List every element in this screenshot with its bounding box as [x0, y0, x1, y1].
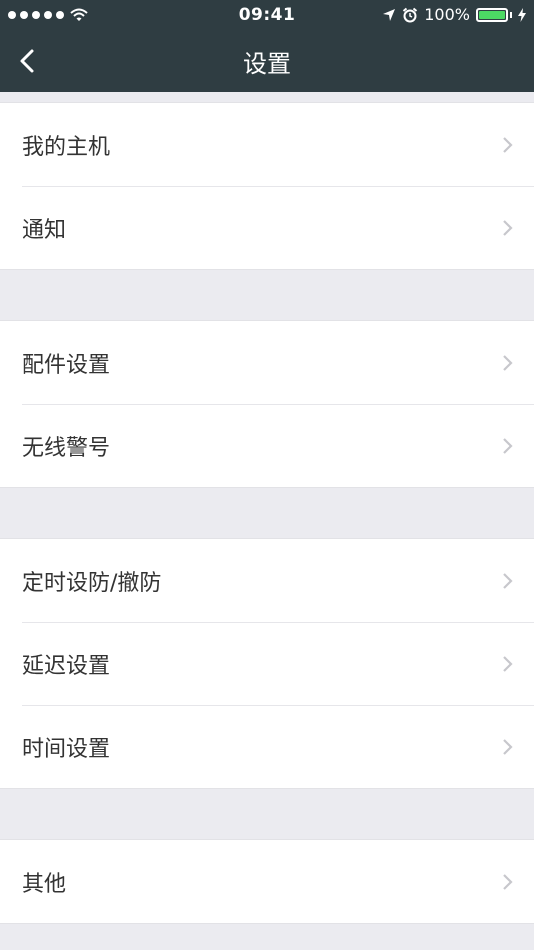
settings-item-wireless-siren[interactable]: 无线警号 [0, 404, 534, 487]
settings-item-label: 无线警号 [22, 435, 111, 461]
status-bar: 09:41 100% [0, 0, 534, 30]
battery-tip [510, 11, 512, 18]
settings-item-delay[interactable]: 延迟设置 [0, 622, 534, 705]
settings-list: 我的主机 通知 配件设置 无线警号 定时设防/撤防 延迟设置 时间设置 其他 [0, 92, 534, 924]
settings-item-time[interactable]: 时间设置 [0, 705, 534, 788]
settings-item-accessory[interactable]: 配件设置 [0, 321, 534, 404]
settings-group-3: 定时设防/撤防 延迟设置 时间设置 [0, 538, 534, 789]
settings-group-4: 其他 [0, 839, 534, 924]
chevron-right-icon [503, 739, 513, 755]
chevron-right-icon [503, 355, 513, 371]
chevron-right-icon [503, 137, 513, 153]
location-arrow-icon [383, 8, 396, 21]
chevron-right-icon [503, 656, 513, 672]
section-spacer [0, 270, 534, 320]
settings-item-label: 时间设置 [22, 736, 111, 762]
settings-item-label: 配件设置 [22, 352, 111, 378]
section-spacer [0, 92, 534, 102]
settings-item-my-host[interactable]: 我的主机 [0, 103, 534, 186]
page-title: 设置 [243, 50, 291, 78]
settings-item-label: 定时设防/撤防 [22, 570, 162, 596]
chevron-right-icon [503, 874, 513, 890]
chevron-right-icon [503, 573, 513, 589]
settings-group-1: 我的主机 通知 [0, 102, 534, 270]
settings-item-label: 延迟设置 [22, 653, 111, 679]
section-spacer [0, 488, 534, 538]
settings-item-schedule-arm[interactable]: 定时设防/撤防 [0, 539, 534, 622]
settings-group-2: 配件设置 无线警号 [0, 320, 534, 488]
settings-item-other[interactable]: 其他 [0, 840, 534, 923]
chevron-right-icon [503, 438, 513, 454]
settings-item-label: 通知 [22, 217, 67, 243]
settings-item-label: 我的主机 [22, 134, 111, 160]
section-spacer [0, 789, 534, 839]
settings-item-label: 其他 [22, 871, 67, 897]
settings-item-notification[interactable]: 通知 [0, 186, 534, 269]
battery-percent: 100% [424, 5, 470, 24]
status-right: 100% [382, 5, 526, 24]
chevron-right-icon [503, 220, 513, 236]
charging-bolt-icon [518, 7, 526, 22]
navigation-bar: 设置 [0, 30, 534, 92]
alarm-clock-icon [403, 7, 418, 22]
battery-icon [476, 7, 508, 22]
